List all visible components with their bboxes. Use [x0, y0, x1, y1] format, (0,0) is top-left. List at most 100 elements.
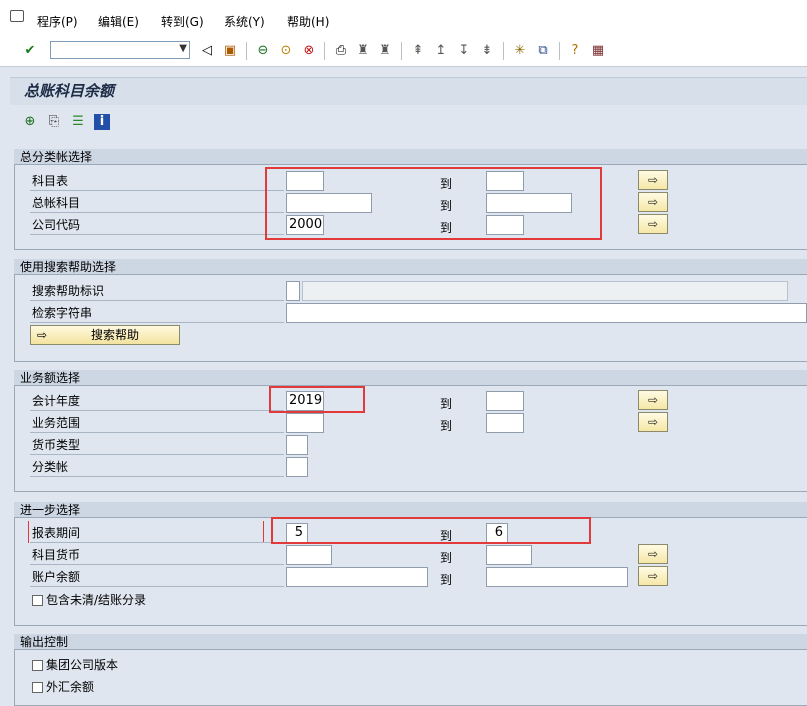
- label-underline: [30, 322, 284, 323]
- menu-system[interactable]: 系统(Y): [224, 13, 265, 30]
- label-underline: [30, 476, 284, 477]
- currency-type-label: 货币类型: [32, 438, 81, 452]
- print-icon[interactable]: ⎙: [333, 43, 349, 59]
- multiple-selection-button[interactable]: ⇨: [638, 192, 668, 212]
- account-balance-to[interactable]: [486, 567, 628, 587]
- label-underline: [30, 586, 284, 587]
- menu-goto[interactable]: 转到(G): [161, 13, 204, 30]
- gl-selection-title: 总分类帐选择: [14, 149, 807, 165]
- label-underline: [30, 234, 284, 235]
- arrow-right-icon: ⇨: [37, 328, 48, 342]
- multiple-selection-button[interactable]: ⇨: [638, 390, 668, 410]
- business-area-from[interactable]: [286, 413, 324, 433]
- account-balance-from[interactable]: [286, 567, 428, 587]
- multiple-selection-button[interactable]: ⇨: [638, 170, 668, 190]
- window-menu-icon[interactable]: [10, 10, 24, 22]
- prev-page-icon[interactable]: ↥: [433, 43, 449, 59]
- to-label: 到: [440, 397, 453, 411]
- highlight-box: [265, 167, 602, 240]
- label-underline: [30, 190, 284, 191]
- menu-help[interactable]: 帮助(H): [287, 13, 329, 30]
- to-label: 到: [440, 419, 453, 433]
- shortcut-icon[interactable]: ⧉: [535, 43, 551, 59]
- fiscal-year-to[interactable]: [486, 391, 524, 411]
- label-underline: [30, 300, 284, 301]
- business-area-to[interactable]: [486, 413, 524, 433]
- chevron-down-icon[interactable]: ▼: [179, 43, 187, 54]
- find-next-icon[interactable]: ♜: [377, 43, 393, 59]
- new-session-icon[interactable]: ✳: [512, 43, 528, 59]
- toolbar-separator: [246, 42, 247, 60]
- find-icon[interactable]: ♜: [355, 43, 371, 59]
- consolidation-version-checkbox[interactable]: [32, 660, 43, 671]
- multiple-selection-button[interactable]: ⇨: [638, 566, 668, 586]
- search-string-label: 检索字符串: [32, 306, 93, 320]
- save-icon[interactable]: ▣: [222, 43, 238, 59]
- menu-edit[interactable]: 编辑(E): [98, 13, 139, 30]
- search-help-button[interactable]: ⇨ 搜索帮助: [30, 325, 180, 345]
- company-code-label: 公司代码: [32, 218, 81, 232]
- currency-type-field[interactable]: [286, 435, 308, 455]
- label-underline: [30, 410, 284, 411]
- label-underline: [30, 212, 284, 213]
- selection-options-icon[interactable]: ☰: [70, 114, 86, 130]
- toolbar-separator: [503, 42, 504, 60]
- next-page-icon[interactable]: ↧: [456, 43, 472, 59]
- title-bar: [10, 77, 807, 106]
- page-title: 总账科目余额: [24, 82, 115, 100]
- chart-of-accounts-label: 科目表: [32, 174, 69, 188]
- search-help-id-field[interactable]: [286, 281, 300, 301]
- output-control-title: 输出控制: [14, 634, 807, 650]
- include-open-items-label: 包含未清/结账分录: [46, 593, 147, 607]
- command-field[interactable]: ▼: [50, 41, 190, 59]
- highlight-box: [271, 517, 591, 544]
- toolbar-separator: [401, 42, 402, 60]
- search-help-button-label: 搜索帮助: [91, 328, 140, 342]
- transaction-selection-group: [14, 370, 807, 492]
- reporting-period-label: 报表期间: [32, 526, 81, 540]
- fx-balance-checkbox[interactable]: [32, 682, 43, 693]
- fx-balance-label: 外汇余额: [46, 680, 95, 694]
- label-underline: [30, 564, 284, 565]
- last-page-icon[interactable]: ⇟: [479, 43, 495, 59]
- account-currency-label: 科目货币: [32, 548, 81, 562]
- first-page-icon[interactable]: ⇞: [410, 43, 426, 59]
- help-icon[interactable]: ?: [567, 43, 583, 59]
- fiscal-year-label: 会计年度: [32, 394, 81, 408]
- transaction-selection-title: 业务额选择: [14, 370, 807, 386]
- search-help-title: 使用搜索帮助选择: [14, 259, 807, 275]
- consolidation-version-label: 集团公司版本: [46, 658, 119, 672]
- execute-icon[interactable]: ⊕: [22, 114, 38, 130]
- back-icon[interactable]: ◁: [199, 43, 215, 59]
- label-underline: [30, 432, 284, 433]
- variant-icon[interactable]: ⎘: [46, 114, 62, 130]
- account-currency-to[interactable]: [486, 545, 532, 565]
- check-icon[interactable]: ✔: [22, 43, 38, 59]
- toolbar-separator: [559, 42, 560, 60]
- green-arrow-icon[interactable]: ⊖: [255, 43, 271, 59]
- to-label: 到: [440, 551, 453, 565]
- search-help-id-label: 搜索帮助标识: [32, 284, 105, 298]
- info-icon[interactable]: i: [94, 114, 110, 130]
- business-area-label: 业务范围: [32, 416, 81, 430]
- search-help-description: [302, 281, 788, 301]
- ledger-field[interactable]: [286, 457, 308, 477]
- further-selection-title: 进一步选择: [14, 502, 807, 518]
- multiple-selection-button[interactable]: ⇨: [638, 214, 668, 234]
- ledger-label: 分类帐: [32, 460, 69, 474]
- label-underline: [30, 542, 284, 543]
- multiple-selection-button[interactable]: ⇨: [638, 412, 668, 432]
- account-balance-label: 账户余额: [32, 570, 81, 584]
- include-open-items-checkbox[interactable]: [32, 595, 43, 606]
- search-string-field[interactable]: [286, 303, 807, 323]
- layout-icon[interactable]: ▦: [590, 43, 606, 59]
- menu-program[interactable]: 程序(P): [37, 13, 78, 30]
- multiple-selection-button[interactable]: ⇨: [638, 544, 668, 564]
- cancel-icon[interactable]: ⊗: [301, 43, 317, 59]
- highlight-box: [269, 386, 365, 413]
- exit-icon[interactable]: ⊙: [278, 43, 294, 59]
- application-toolbar: [10, 105, 807, 141]
- label-underline: [30, 454, 284, 455]
- gl-account-label: 总帐科目: [32, 196, 81, 210]
- account-currency-from[interactable]: [286, 545, 332, 565]
